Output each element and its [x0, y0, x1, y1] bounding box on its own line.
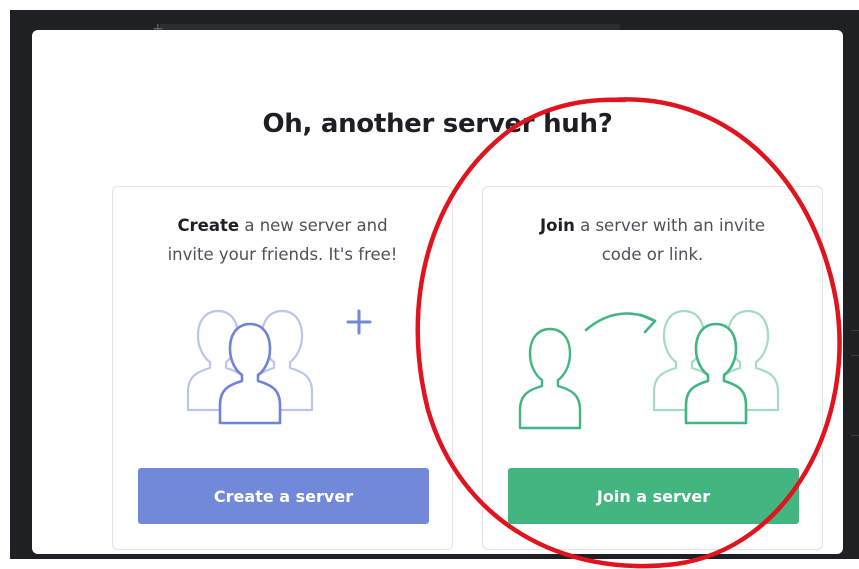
join-server-description: Join a server with an invite code or lin… — [493, 211, 812, 269]
add-server-modal: Oh, another server huh? Create a new ser… — [32, 30, 843, 554]
join-server-button[interactable]: Join a server — [508, 468, 799, 524]
join-description-line2: code or link. — [601, 245, 704, 264]
join-keyword: Join — [539, 216, 575, 235]
arrow-right-icon — [584, 312, 657, 334]
backdrop-divider — [851, 435, 859, 436]
join-description-line1: a server with an invite — [574, 216, 766, 235]
user-person-icon — [518, 327, 582, 430]
backdrop-divider — [851, 330, 859, 331]
create-server-illustration-icon — [186, 309, 372, 425]
create-server-card: Create a new server and invite your frie… — [112, 186, 453, 550]
join-server-illustration-icon — [518, 309, 780, 430]
plus-icon — [346, 309, 372, 335]
create-server-description: Create a new server and invite your frie… — [123, 211, 442, 269]
create-server-button[interactable]: Create a server — [138, 468, 429, 524]
join-server-card: Join a server with an invite code or lin… — [482, 186, 823, 550]
server-member-icon — [684, 322, 748, 425]
backdrop-divider — [851, 355, 859, 356]
modal-title: Oh, another server huh? — [262, 109, 613, 139]
create-description-line2: invite your friends. It's free! — [167, 245, 398, 264]
create-keyword: Create — [177, 216, 240, 235]
create-description-line1: a new server and — [239, 216, 388, 235]
user-person-icon — [218, 322, 282, 425]
